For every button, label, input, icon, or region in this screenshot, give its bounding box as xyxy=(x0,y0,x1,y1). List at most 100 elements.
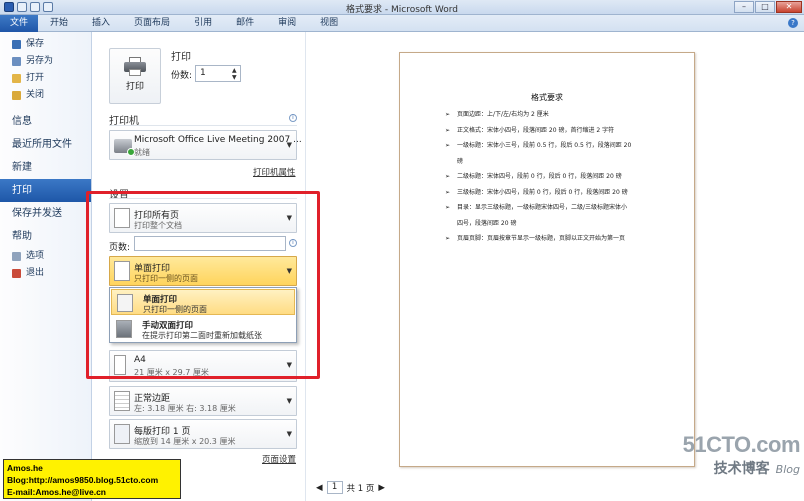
tab-insert[interactable]: 插入 xyxy=(80,15,122,32)
print-heading: 打印 xyxy=(171,52,191,63)
dropdown-arrow-icon: ▼ xyxy=(286,267,292,275)
margins-subtitle: 左: 3.18 厘米 右: 3.18 厘米 xyxy=(134,404,236,413)
tab-references[interactable]: 引用 xyxy=(182,15,224,32)
option-subtitle: 只打印一侧的页面 xyxy=(143,305,207,314)
print-settings-panel: 打印 打印 份数: 1 ▲ ▼ 打印机 i Microsoft Office Li… xyxy=(92,32,306,501)
print-button[interactable]: 打印 xyxy=(109,48,161,104)
printer-name: Microsoft Office Live Meeting 2007 ... xyxy=(134,135,302,145)
nav-save[interactable]: 保存 xyxy=(0,36,91,53)
help-icon[interactable]: ? xyxy=(788,18,798,28)
tab-review[interactable]: 审阅 xyxy=(266,15,308,32)
nav-close-label: 关闭 xyxy=(26,90,45,100)
nav-exit-label: 退出 xyxy=(26,268,45,278)
pages-per-sheet-subtitle: 缩放到 14 厘米 x 20.3 厘米 xyxy=(134,437,236,446)
paper-size-subtitle: 21 厘米 x 29.7 厘米 xyxy=(134,368,209,377)
pages-icon xyxy=(114,208,130,228)
single-side-icon xyxy=(117,294,133,312)
print-sides-dropdown[interactable]: 单面打印 只打印一侧的页面 ▼ xyxy=(109,256,297,286)
list-item: 目录：显示三级标题，一级标题宋体四号，二级/三级标题宋体小 xyxy=(445,200,660,216)
nav-recent[interactable]: 最近所用文件 xyxy=(0,133,91,156)
nav-options[interactable]: 选项 xyxy=(0,248,91,265)
list-item: 二级标题：宋体四号，段前 0 行，段后 0 行，段落间距 20 磅 xyxy=(445,169,660,185)
minimize-button[interactable]: – xyxy=(734,1,754,13)
watermark-blog: Blog xyxy=(775,463,800,476)
pages-label: 页数: xyxy=(109,243,131,253)
nav-print[interactable]: 打印 xyxy=(0,179,91,202)
close-button[interactable]: ✕ xyxy=(776,1,802,13)
nav-open[interactable]: 打开 xyxy=(0,70,91,87)
nav-new[interactable]: 新建 xyxy=(0,156,91,179)
divider xyxy=(109,198,297,199)
save-as-icon xyxy=(12,57,21,66)
paper-icon xyxy=(114,355,126,375)
printer-properties-link[interactable]: 打印机属性 xyxy=(253,166,296,178)
dropdown-arrow-icon: ▼ xyxy=(286,214,292,222)
list-item-continuation: 四号，段落间距 20 磅 xyxy=(457,219,517,227)
options-icon xyxy=(12,252,21,261)
copies-input[interactable]: 1 ▲ ▼ xyxy=(195,65,241,82)
preview-bullet-list: 页面边距：上/下/左/右均为 2 厘米 正文格式：宋体小四号，段落间距 20 磅… xyxy=(445,107,660,247)
nav-help[interactable]: 帮助 xyxy=(0,225,91,248)
author-caption: Amos.he Blog:http://amos9850.blog.51cto.… xyxy=(3,459,181,499)
save-icon xyxy=(12,40,21,49)
preview-page: 格式要求 页面边距：上/下/左/右均为 2 厘米 正文格式：宋体小四号，段落间距… xyxy=(399,52,695,467)
tab-mailings[interactable]: 邮件 xyxy=(224,15,266,32)
list-item: 一级标题：宋体小三号，段前 0.5 行，段后 0.5 行，段落间距 20 xyxy=(445,138,660,154)
copies-label: 份数: xyxy=(171,71,193,81)
page-number-input[interactable]: 1 xyxy=(326,481,343,494)
caption-line-2: Blog:http://amos9850.blog.51cto.com xyxy=(7,475,159,485)
preview-doc-title: 格式要求 xyxy=(531,93,563,102)
menu-option-single-side[interactable]: 单面打印 只打印一侧的页面 xyxy=(111,289,295,315)
menu-option-manual-duplex[interactable]: 手动双面打印 在提示打印第二面时重新加载纸张 xyxy=(111,316,295,342)
nav-options-label: 选项 xyxy=(26,251,45,261)
caption-line-3: E-mail:Amos.he@live.cn xyxy=(7,487,106,497)
title-bar: 格式要求 - Microsoft Word – □ ✕ xyxy=(0,0,804,15)
pages-input[interactable] xyxy=(134,236,286,251)
page-navigator: ◀ 1 共 1 页 ▶ xyxy=(316,481,385,494)
tab-file[interactable]: 文件 xyxy=(0,15,39,32)
paper-size-dropdown[interactable]: A4 21 厘米 x 29.7 厘米 ▼ xyxy=(109,350,297,382)
printer-status-icon xyxy=(114,139,135,156)
dropdown-arrow-icon: ▼ xyxy=(286,141,292,149)
print-sides-menu: 单面打印 只打印一侧的页面 手动双面打印 在提示打印第二面时重新加载纸张 xyxy=(109,287,297,343)
nav-save-send[interactable]: 保存并发送 xyxy=(0,202,91,225)
list-item: 三级标题：宋体小四号，段前 0 行，段后 0 行，段落间距 20 磅 xyxy=(445,185,660,201)
nav-save-as-label: 另存为 xyxy=(26,56,54,66)
pages-per-sheet-dropdown[interactable]: 每版打印 1 页 缩放到 14 厘米 x 20.3 厘米 ▼ xyxy=(109,419,297,449)
info-icon[interactable]: i xyxy=(289,239,297,247)
list-item: 页眉页脚：页眉按章节显示一级标题，页脚以正文开始为第一页 xyxy=(445,231,660,247)
dropdown-arrow-icon: ▼ xyxy=(286,430,292,438)
nav-info[interactable]: 信息 xyxy=(0,110,91,133)
divider xyxy=(109,125,297,126)
nav-close[interactable]: 关闭 xyxy=(0,87,91,104)
prev-page-icon[interactable]: ◀ xyxy=(316,483,323,493)
folder-close-icon xyxy=(12,91,21,100)
folder-open-icon xyxy=(12,74,21,83)
caption-line-1: Amos.he xyxy=(7,463,43,473)
page-setup-link[interactable]: 页面设置 xyxy=(262,453,296,465)
watermark-sub: 技术博客 xyxy=(713,461,770,477)
copies-spinner[interactable]: ▲ ▼ xyxy=(232,67,239,81)
tab-view[interactable]: 视图 xyxy=(308,15,350,32)
page-total: 共 1 页 xyxy=(346,483,375,494)
info-icon[interactable]: i xyxy=(289,114,297,122)
printer-dropdown[interactable]: Microsoft Office Live Meeting 2007 ... 就… xyxy=(109,130,302,160)
margins-dropdown[interactable]: 正常边距 左: 3.18 厘米 右: 3.18 厘米 ▼ xyxy=(109,386,297,416)
list-item: 正文格式：宋体小四号，段落间距 20 磅，首行缩进 2 字符 xyxy=(445,123,660,139)
list-item-continuation: 磅 xyxy=(457,157,464,165)
maximize-button[interactable]: □ xyxy=(755,1,775,13)
manual-duplex-icon xyxy=(116,320,132,338)
list-item: 页面边距：上/下/左/右均为 2 厘米 xyxy=(445,107,660,123)
copies-value: 1 xyxy=(200,68,206,78)
tab-page-layout[interactable]: 页面布局 xyxy=(122,15,182,32)
tab-home[interactable]: 开始 xyxy=(38,15,80,32)
single-side-icon xyxy=(114,261,130,281)
paper-size-title: A4 xyxy=(134,355,146,365)
printer-status: 就绪 xyxy=(134,148,150,157)
print-range-dropdown[interactable]: 打印所有页 打印整个文档 ▼ xyxy=(109,203,297,233)
pages-per-sheet-icon xyxy=(114,424,130,444)
print-range-subtitle: 打印整个文档 xyxy=(134,221,182,230)
nav-exit[interactable]: 退出 xyxy=(0,265,91,282)
next-page-icon[interactable]: ▶ xyxy=(378,483,385,493)
nav-save-as[interactable]: 另存为 xyxy=(0,53,91,70)
